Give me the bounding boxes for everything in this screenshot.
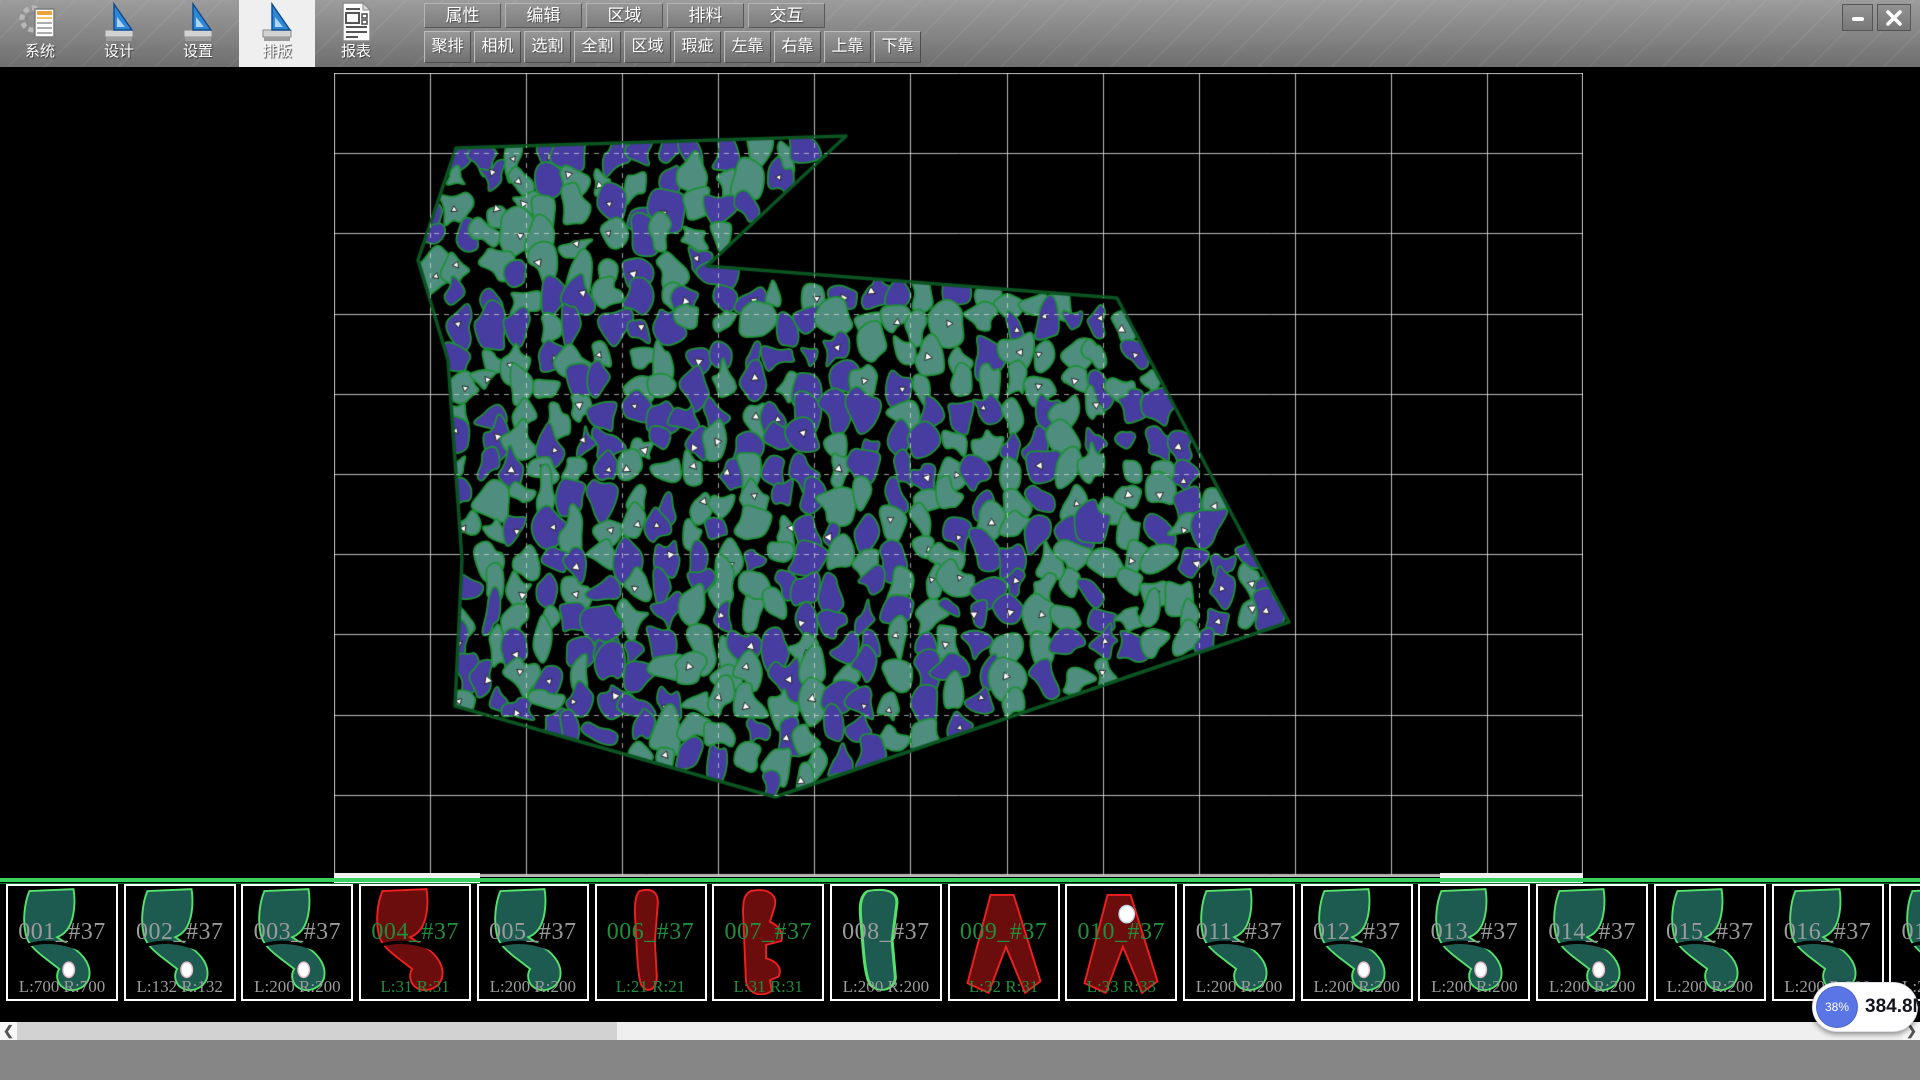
piece-label: 009_#37 <box>950 919 1058 946</box>
piece-lr-count: L:31 R:31 <box>361 977 469 997</box>
menu-编辑[interactable]: 编辑 <box>505 3 582 28</box>
thumbnail-cell-015_#37[interactable]: 015_#37 L:200 R:200 <box>1654 884 1766 1001</box>
piece-label: 012_#37 <box>1303 919 1411 946</box>
piece-lr-count: L:700 R:700 <box>8 977 116 997</box>
piece-lr-count: L:132 R:132 <box>126 977 234 997</box>
footer-bar <box>0 1040 1920 1080</box>
piece-label: 011_#37 <box>1185 919 1293 946</box>
thumbnail-cell-003_#37[interactable]: 003_#37 L:200 R:200 <box>241 884 353 1001</box>
piece-label: 015_#37 <box>1656 919 1764 946</box>
piece-lr-count: L:31 R:31 <box>714 977 822 997</box>
ruler-icon <box>239 1 315 43</box>
piece-lr-count: L:200 R:200 <box>1656 977 1764 997</box>
piece-label: 004_#37 <box>361 919 469 946</box>
window-hscrollbar[interactable]: ❮ ❯ <box>0 1022 1920 1040</box>
report-icon <box>318 1 394 43</box>
thumbnail-cell-011_#37[interactable]: 011_#37 L:200 R:200 <box>1183 884 1295 1001</box>
action-相机-1[interactable]: 相机 <box>474 31 521 63</box>
piece-label: 003_#37 <box>243 919 351 946</box>
toolbar: 系统设计设置排版报表 属性编辑区域排料交互 聚排相机选割全割区域瑕疵左靠右靠上靠… <box>0 0 1920 67</box>
nesting-canvas[interactable] <box>334 73 1583 875</box>
close-button[interactable] <box>1877 4 1911 31</box>
minimize-icon <box>1850 10 1866 26</box>
menu-属性[interactable]: 属性 <box>424 3 501 28</box>
thumbnail-cell-010_#37[interactable]: 010_#37 L:33 R:33 <box>1065 884 1177 1001</box>
thumbnail-cell-007_#37[interactable]: 007_#37 L:31 R:31 <box>712 884 824 1001</box>
thumbnail-cell-013_#37[interactable]: 013_#37 L:200 R:200 <box>1418 884 1530 1001</box>
piece-label: 007_#37 <box>714 919 822 946</box>
progress-percent-badge: 38% <box>1816 986 1858 1028</box>
piece-label: 008_#37 <box>832 919 940 946</box>
menu-排料[interactable]: 排料 <box>667 3 744 28</box>
piece-label: 010_#37 <box>1067 919 1175 946</box>
piece-label: 005_#37 <box>479 919 587 946</box>
action-下靠-9[interactable]: 下靠 <box>874 31 921 63</box>
menu-区域[interactable]: 区域 <box>586 3 663 28</box>
tab-设计[interactable]: 设计 <box>81 0 157 67</box>
scrollbar-thumb[interactable] <box>17 1022 617 1040</box>
piece-lr-count: L:200 R:200 <box>832 977 940 997</box>
canvas-hscrollbar-track[interactable] <box>480 875 1440 877</box>
tab-label: 报表 <box>318 43 394 61</box>
tab-label: 设计 <box>81 43 157 61</box>
thumbnail-cell-005_#37[interactable]: 005_#37 L:200 R:200 <box>477 884 589 1001</box>
ruler-icon <box>81 1 157 43</box>
thumbnail-cell-004_#37[interactable]: 004_#37 L:31 R:31 <box>359 884 471 1001</box>
status-badge: 38% 384.8M <box>1812 982 1918 1032</box>
thumbnail-cell-014_#37[interactable]: 014_#37 L:200 R:200 <box>1536 884 1648 1001</box>
thumbnail-cell-002_#37[interactable]: 002_#37 L:132 R:132 <box>124 884 236 1001</box>
tab-label: 排版 <box>239 43 315 61</box>
menu-交互[interactable]: 交互 <box>748 3 825 28</box>
piece-label: 006_#37 <box>597 919 705 946</box>
piece-lr-count: L:200 R:200 <box>1538 977 1646 997</box>
tab-系统[interactable]: 系统 <box>2 0 78 67</box>
action-瑕疵-5[interactable]: 瑕疵 <box>674 31 721 63</box>
piece-lr-count: L:200 R:200 <box>1185 977 1293 997</box>
memory-usage-label: 384.8M <box>1865 983 1920 1031</box>
action-选割-2[interactable]: 选割 <box>524 31 571 63</box>
tab-label: 系统 <box>2 43 78 61</box>
piece-label: 002_#37 <box>126 919 234 946</box>
action-左靠-6[interactable]: 左靠 <box>724 31 771 63</box>
close-icon <box>1885 9 1903 27</box>
gear-notepad-icon <box>2 1 78 43</box>
thumbnail-cell-006_#37[interactable]: 006_#37 L:21 R:21 <box>595 884 707 1001</box>
piece-label: 017_#37 <box>1891 919 1920 946</box>
piece-lr-count: L:200 R:200 <box>479 977 587 997</box>
piece-label: 014_#37 <box>1538 919 1646 946</box>
piece-label: 001_#37 <box>8 919 116 946</box>
action-聚排-0[interactable]: 聚排 <box>424 31 471 63</box>
tab-设置[interactable]: 设置 <box>160 0 236 67</box>
thumbnail-cell-012_#37[interactable]: 012_#37 L:200 R:200 <box>1301 884 1413 1001</box>
thumbnail-cell-009_#37[interactable]: 009_#37 L:32 R:31 <box>948 884 1060 1001</box>
ruler-icon <box>160 1 236 43</box>
action-区域-4[interactable]: 区域 <box>624 31 671 63</box>
piece-label: 016_#37 <box>1774 919 1882 946</box>
action-全割-3[interactable]: 全割 <box>574 31 621 63</box>
action-上靠-8[interactable]: 上靠 <box>824 31 871 63</box>
app-window: { "toolbar": { "tabs": [ {"label": "系统",… <box>0 0 1920 1080</box>
action-右靠-7[interactable]: 右靠 <box>774 31 821 63</box>
scroll-left-button[interactable]: ❮ <box>0 1022 17 1040</box>
piece-lr-count: L:200 R:200 <box>1303 977 1411 997</box>
tab-报表[interactable]: 报表 <box>318 0 394 67</box>
piece-lr-count: L:33 R:33 <box>1067 977 1175 997</box>
piece-lr-count: L:32 R:31 <box>950 977 1058 997</box>
thumbnail-cell-008_#37[interactable]: 008_#37 L:200 R:200 <box>830 884 942 1001</box>
tab-排版[interactable]: 排版 <box>239 0 315 67</box>
tab-label: 设置 <box>160 43 236 61</box>
piece-lr-count: L:21 R:21 <box>597 977 705 997</box>
thumbnail-cell-001_#37[interactable]: 001_#37 L:700 R:700 <box>6 884 118 1001</box>
piece-lr-count: L:200 R:200 <box>1420 977 1528 997</box>
thumbnail-strip-separator <box>0 878 1920 882</box>
minimize-button[interactable] <box>1842 4 1873 31</box>
piece-lr-count: L:200 R:200 <box>243 977 351 997</box>
piece-label: 013_#37 <box>1420 919 1528 946</box>
